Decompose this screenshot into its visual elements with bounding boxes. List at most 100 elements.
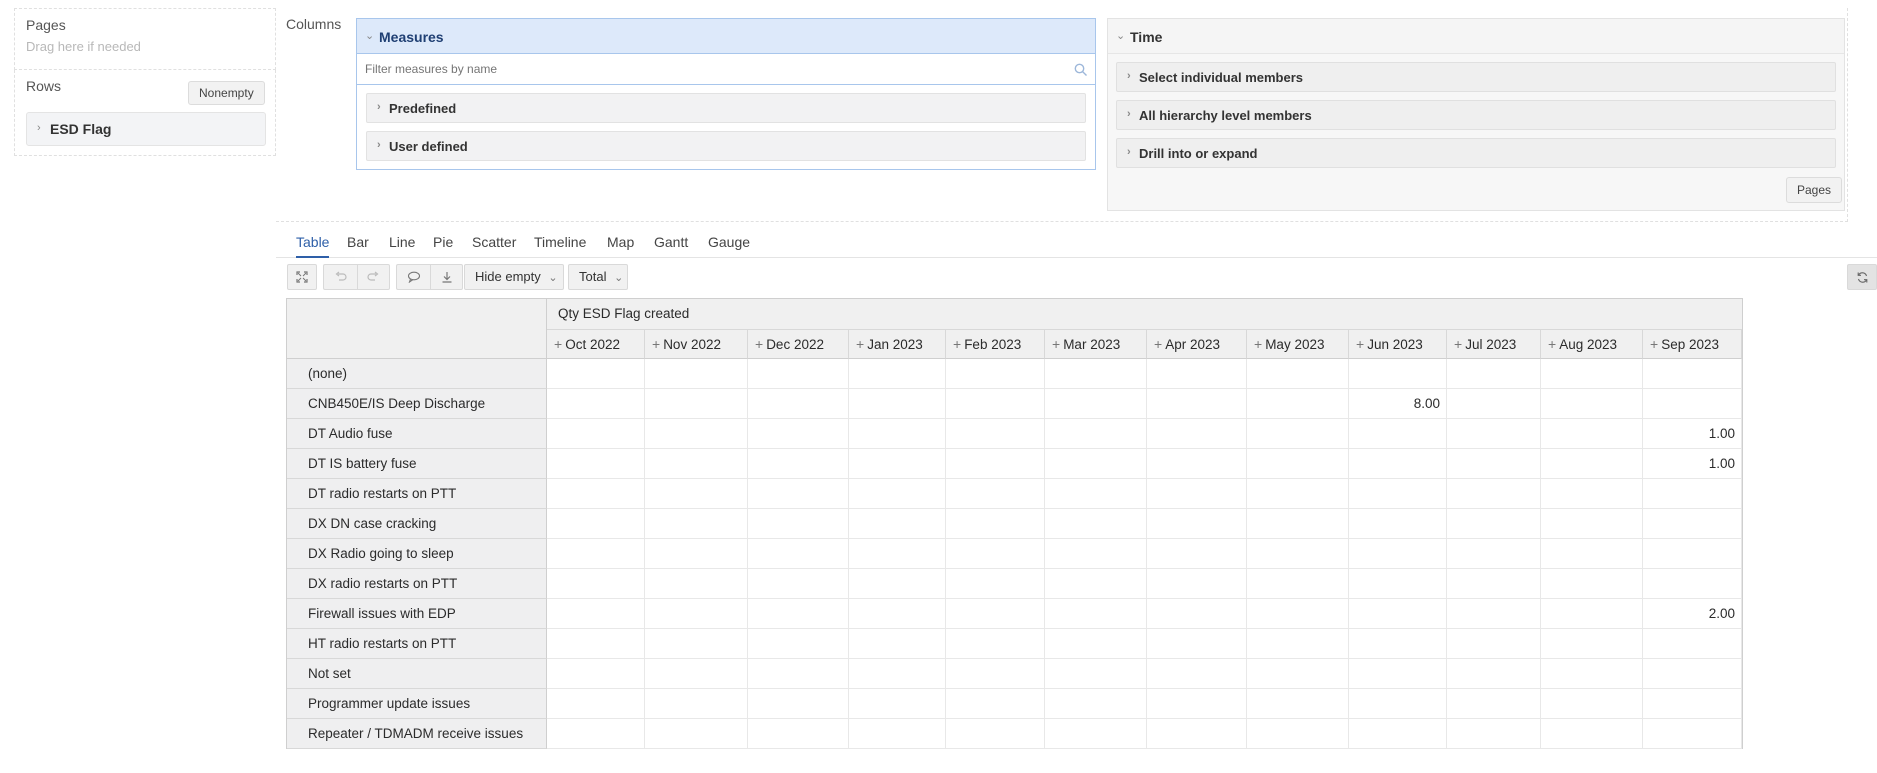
table-cell[interactable] — [645, 599, 748, 629]
tab-bar[interactable]: Bar — [347, 232, 369, 258]
table-cell[interactable] — [849, 449, 946, 479]
row-header[interactable]: DT IS battery fuse — [287, 449, 547, 479]
table-cell[interactable] — [1247, 389, 1349, 419]
table-cell[interactable] — [1045, 659, 1147, 689]
time-header[interactable]: ⌄ Time — [1108, 19, 1844, 54]
month-header[interactable]: + Mar 2023 — [1045, 329, 1147, 359]
table-cell[interactable] — [748, 419, 849, 449]
table-cell[interactable] — [1447, 719, 1541, 749]
row-header[interactable]: Programmer update issues — [287, 689, 547, 719]
table-cell[interactable] — [1541, 539, 1643, 569]
table-cell[interactable] — [946, 359, 1045, 389]
table-cell[interactable] — [1349, 689, 1447, 719]
table-cell[interactable] — [1541, 359, 1643, 389]
table-cell[interactable] — [1045, 599, 1147, 629]
expand-plus-icon[interactable]: + — [1548, 336, 1556, 352]
table-cell[interactable] — [946, 539, 1045, 569]
tab-map[interactable]: Map — [607, 232, 634, 258]
row-header[interactable]: DT radio restarts on PTT — [287, 479, 547, 509]
table-cell[interactable] — [946, 599, 1045, 629]
table-cell[interactable] — [547, 359, 645, 389]
table-cell[interactable] — [1643, 389, 1742, 419]
table-cell[interactable] — [849, 629, 946, 659]
table-cell[interactable] — [645, 689, 748, 719]
table-cell[interactable] — [748, 389, 849, 419]
row-header[interactable]: (none) — [287, 359, 547, 389]
table-cell[interactable] — [1045, 509, 1147, 539]
nonempty-button[interactable]: Nonempty — [188, 81, 265, 105]
table-cell[interactable] — [849, 569, 946, 599]
table-cell[interactable] — [946, 449, 1045, 479]
table-cell[interactable] — [946, 659, 1045, 689]
table-cell[interactable] — [1247, 479, 1349, 509]
table-cell[interactable] — [946, 479, 1045, 509]
table-cell[interactable] — [1147, 539, 1247, 569]
tab-gantt[interactable]: Gantt — [654, 232, 688, 258]
table-cell[interactable] — [1541, 569, 1643, 599]
table-cell[interactable] — [1045, 359, 1147, 389]
table-cell[interactable] — [1147, 689, 1247, 719]
table-cell[interactable] — [849, 359, 946, 389]
table-cell[interactable] — [1247, 539, 1349, 569]
month-header[interactable]: + Oct 2022 — [547, 329, 645, 359]
table-cell[interactable] — [849, 419, 946, 449]
table-cell[interactable] — [849, 389, 946, 419]
expand-plus-icon[interactable]: + — [1454, 336, 1462, 352]
table-cell[interactable] — [748, 509, 849, 539]
table-cell[interactable] — [1045, 479, 1147, 509]
table-cell[interactable] — [645, 659, 748, 689]
table-cell[interactable] — [645, 569, 748, 599]
table-cell[interactable] — [645, 479, 748, 509]
month-header[interactable]: + Jul 2023 — [1447, 329, 1541, 359]
table-cell[interactable] — [1541, 419, 1643, 449]
table-cell[interactable] — [645, 419, 748, 449]
table-cell[interactable] — [849, 509, 946, 539]
table-cell[interactable] — [1045, 629, 1147, 659]
undo-button[interactable] — [323, 264, 357, 290]
row-header[interactable]: HT radio restarts on PTT — [287, 629, 547, 659]
month-header[interactable]: + Apr 2023 — [1147, 329, 1247, 359]
row-header[interactable]: DX Radio going to sleep — [287, 539, 547, 569]
refresh-button[interactable] — [1847, 264, 1877, 290]
rows-field-esd-flag[interactable]: › ESD Flag — [26, 112, 266, 146]
table-cell[interactable] — [1643, 629, 1742, 659]
table-cell[interactable] — [946, 509, 1045, 539]
table-cell[interactable] — [1147, 419, 1247, 449]
table-cell[interactable] — [1349, 479, 1447, 509]
table-cell[interactable] — [547, 479, 645, 509]
expand-plus-icon[interactable]: + — [856, 336, 864, 352]
table-cell[interactable] — [1247, 689, 1349, 719]
month-header[interactable]: + Jan 2023 — [849, 329, 946, 359]
table-cell[interactable] — [547, 629, 645, 659]
table-cell[interactable] — [1447, 539, 1541, 569]
row-header[interactable]: DX DN case cracking — [287, 509, 547, 539]
table-cell[interactable] — [1147, 599, 1247, 629]
month-header[interactable]: + Jun 2023 — [1349, 329, 1447, 359]
tab-scatter[interactable]: Scatter — [472, 232, 516, 258]
table-cell[interactable] — [547, 419, 645, 449]
table-cell[interactable] — [1643, 659, 1742, 689]
measures-group-predefined[interactable]: › Predefined — [366, 93, 1086, 123]
tab-timeline[interactable]: Timeline — [534, 232, 586, 258]
table-cell[interactable] — [1045, 419, 1147, 449]
table-cell[interactable] — [1447, 449, 1541, 479]
expand-plus-icon[interactable]: + — [1254, 336, 1262, 352]
month-header[interactable]: + Dec 2022 — [748, 329, 849, 359]
table-cell[interactable] — [1541, 629, 1643, 659]
table-cell[interactable] — [1147, 359, 1247, 389]
row-header[interactable]: Not set — [287, 659, 547, 689]
expand-plus-icon[interactable]: + — [953, 336, 961, 352]
table-cell[interactable] — [946, 419, 1045, 449]
table-cell[interactable] — [1447, 419, 1541, 449]
table-cell[interactable] — [849, 689, 946, 719]
table-cell[interactable] — [1541, 509, 1643, 539]
table-cell[interactable] — [1045, 449, 1147, 479]
month-header[interactable]: + Sep 2023 — [1643, 329, 1742, 359]
table-cell[interactable] — [547, 509, 645, 539]
table-cell[interactable] — [1247, 659, 1349, 689]
table-cell[interactable] — [748, 719, 849, 749]
table-cell[interactable] — [946, 389, 1045, 419]
table-cell[interactable] — [1247, 509, 1349, 539]
table-cell[interactable] — [1147, 569, 1247, 599]
table-cell[interactable] — [1147, 629, 1247, 659]
